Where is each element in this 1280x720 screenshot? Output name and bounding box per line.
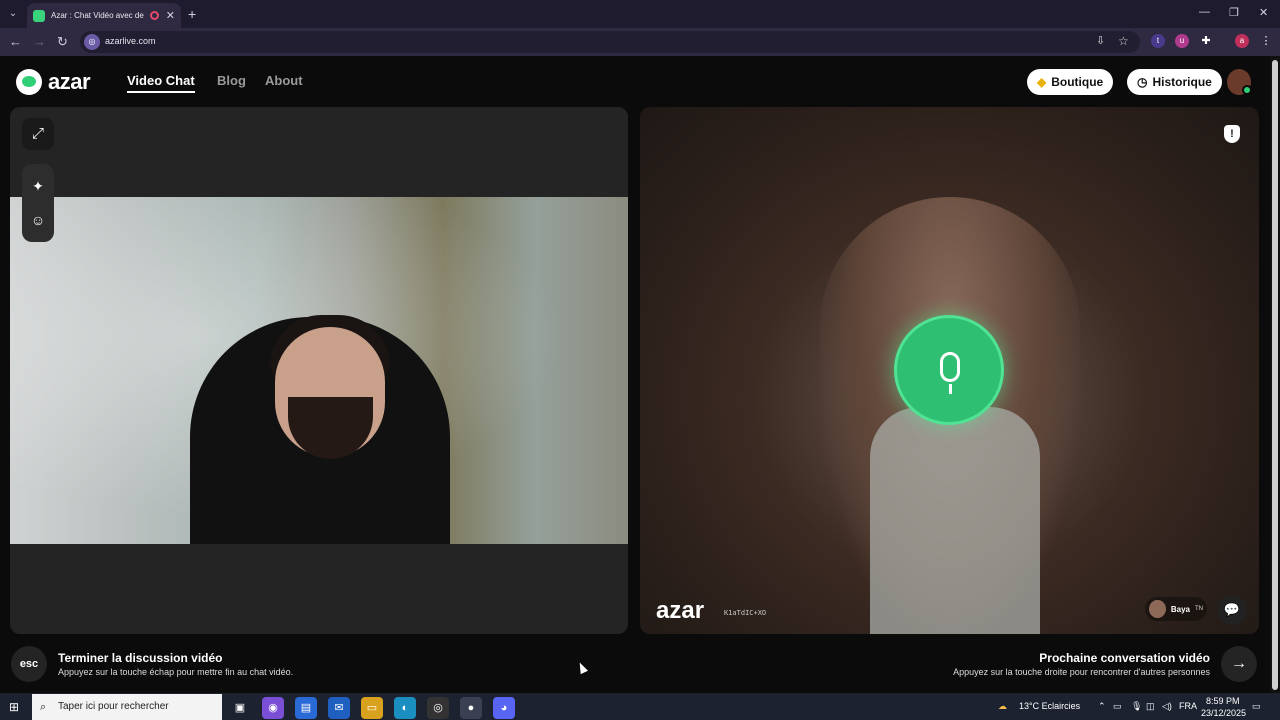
nav-about[interactable]: About [265, 73, 303, 88]
volume-icon[interactable]: ◁) [1162, 701, 1172, 712]
peer-info[interactable]: Baya TN [1145, 597, 1207, 621]
profile-icon[interactable]: a [1235, 34, 1249, 48]
face-filter-icon[interactable]: ☺ [22, 204, 54, 236]
notification-icon[interactable]: ▭ [1252, 701, 1261, 712]
mail-icon[interactable]: ✉ [328, 697, 350, 719]
tab-title: Azar : Chat Vidéo avec de n [51, 11, 146, 20]
bookmark-star-icon[interactable]: ☆ [1118, 34, 1129, 48]
scrollbar-thumb[interactable] [1272, 60, 1278, 690]
wifi-icon[interactable]: ◫ [1146, 701, 1155, 712]
logo-text: azar [48, 69, 91, 94]
tab-azar[interactable]: Azar : Chat Vidéo avec de n ✕ [27, 3, 181, 28]
language-indicator[interactable]: FRA [1179, 701, 1197, 711]
azar-logo-icon [16, 69, 42, 95]
azar-logo[interactable]: azar [16, 69, 91, 95]
local-video-panel [10, 107, 628, 634]
session-id: K1aTdIC+XO [724, 609, 767, 617]
recording-icon [149, 11, 159, 20]
url-text: azarlive.com [105, 36, 156, 46]
clock-icon: ◷ [1137, 75, 1148, 89]
tray-chevron-icon[interactable]: ⌃ [1098, 701, 1106, 712]
extensions-puzzle-icon[interactable]: ✚ [1199, 34, 1213, 48]
chrome-icon[interactable]: ● [460, 697, 482, 719]
back-icon[interactable]: ← [9, 34, 22, 49]
end-chat-esc-button[interactable]: esc [11, 646, 47, 682]
new-tab-button[interactable]: + [188, 6, 196, 22]
boutique-button[interactable]: ◆ Boutique [1027, 69, 1114, 95]
boutique-label: Boutique [1051, 75, 1104, 89]
end-chat-hint: Appuyez sur la touche échap pour mettre … [58, 667, 294, 677]
online-status-icon [1242, 85, 1252, 95]
remote-user-dress [870, 407, 1040, 634]
task-view-icon[interactable]: ▣ [229, 697, 251, 719]
report-shield-icon[interactable]: ! [1224, 125, 1240, 143]
end-chat-title: Terminer la discussion vidéo [58, 651, 223, 665]
weather-icon[interactable]: ☁ [998, 701, 1007, 712]
azar-favicon-icon [33, 9, 45, 22]
forward-icon[interactable]: → [33, 34, 46, 49]
historique-label: Historique [1152, 75, 1212, 89]
mic-tray-icon[interactable]: 🎙 [1131, 701, 1142, 712]
next-chat-hint: Appuyez sur la touche droite pour rencon… [953, 667, 1210, 677]
nav-blog[interactable]: Blog [217, 73, 246, 88]
obs-icon[interactable]: ◎ [427, 697, 449, 719]
chat-bubble-icon[interactable]: 💬 [1217, 595, 1247, 625]
expand-icon[interactable]: ⤢ [22, 118, 54, 150]
peer-country: TN [1195, 606, 1203, 612]
nav-video-chat[interactable]: Video Chat [127, 73, 195, 93]
historique-button[interactable]: ◷ Historique [1127, 69, 1222, 95]
site-info-icon[interactable]: ◎ [84, 34, 100, 50]
file-explorer-icon[interactable]: ▭ [361, 697, 383, 719]
copilot-icon[interactable]: ◉ [262, 697, 284, 719]
taskbar-search-input[interactable]: ⌕ Taper ici pour rechercher [32, 694, 222, 720]
browser-menu-icon[interactable]: ⋮ [1259, 34, 1273, 48]
restore-button[interactable]: ❐ [1229, 6, 1239, 19]
azar-watermark: azar [656, 597, 705, 624]
windows-start-icon[interactable]: ⊞ [9, 700, 19, 714]
microphone-stand [949, 384, 952, 394]
reload-icon[interactable]: ↻ [57, 34, 68, 50]
tab-search-icon[interactable]: ⌄ [5, 6, 21, 22]
microphone-icon [940, 352, 960, 382]
extension-t-icon[interactable]: t [1151, 34, 1165, 48]
search-placeholder: Taper ici pour rechercher [58, 701, 169, 712]
discord-icon[interactable]: ◕ [493, 697, 515, 719]
sparkle-effects-icon[interactable]: ✦ [22, 170, 54, 202]
clock-date[interactable]: 23/12/2025 [1201, 708, 1246, 718]
clock-time[interactable]: 8:59 PM [1206, 696, 1240, 706]
tab-close-icon[interactable]: ✕ [166, 9, 175, 22]
peer-avatar [1149, 600, 1166, 618]
microphone-button[interactable] [894, 315, 1004, 425]
local-camera-feed [10, 197, 628, 544]
network-icon[interactable]: ▭ [1113, 701, 1122, 712]
weather-text[interactable]: 13°C Eclaircies [1019, 701, 1080, 711]
next-chat-title: Prochaine conversation vidéo [1039, 651, 1210, 665]
remote-video-panel: ! azar K1aTdIC+XO Baya TN 💬 [640, 107, 1259, 634]
close-window-button[interactable]: ✕ [1259, 6, 1268, 19]
install-app-icon[interactable]: ⇩ [1096, 34, 1105, 47]
search-icon: ⌕ [40, 701, 47, 713]
minimize-button[interactable]: — [1199, 6, 1210, 18]
page-scrollbar[interactable] [1270, 56, 1280, 693]
peer-name: Baya [1170, 604, 1190, 614]
mouse-cursor-icon [576, 660, 588, 675]
extension-u-icon[interactable]: u [1175, 34, 1189, 48]
diamond-icon: ◆ [1037, 75, 1047, 89]
store-icon[interactable]: ▤ [295, 697, 317, 719]
user-avatar[interactable] [1227, 69, 1252, 95]
effects-toolbar: ✦ ☺ [22, 164, 54, 242]
edge-icon[interactable]: ◐ [394, 697, 416, 719]
omnibox[interactable]: ◎ azarlive.com ⇩ ☆ [80, 31, 1140, 53]
next-chat-button[interactable]: → [1221, 646, 1257, 682]
